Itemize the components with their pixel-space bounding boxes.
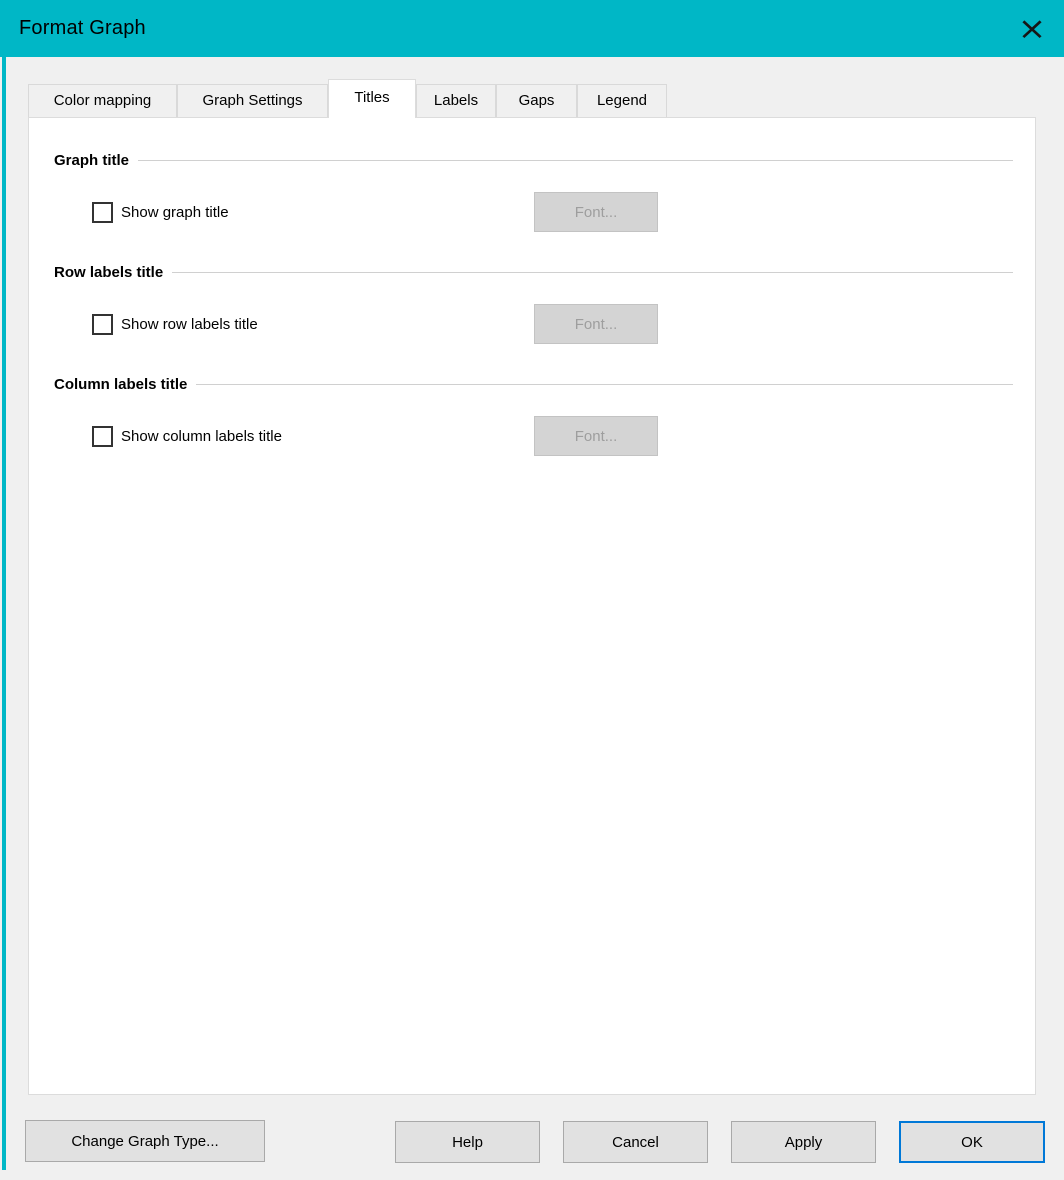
tab-graph-settings[interactable]: Graph Settings xyxy=(177,84,328,117)
show-row-labels-title-checkbox[interactable] xyxy=(92,314,113,335)
graph-title-row: Show graph title Font... xyxy=(92,192,1035,232)
section-title: Row labels title xyxy=(54,264,172,281)
section-divider xyxy=(138,160,1013,161)
tab-gaps[interactable]: Gaps xyxy=(496,84,577,117)
show-column-labels-title-checkbox[interactable] xyxy=(92,426,113,447)
section-title: Graph title xyxy=(54,152,138,169)
dialog-title: Format Graph xyxy=(19,17,146,40)
column-labels-title-font-button[interactable]: Font... xyxy=(534,416,658,456)
dialog-titlebar: Format Graph × xyxy=(0,0,1064,57)
column-labels-title-row: Show column labels title Font... xyxy=(92,416,1035,456)
ok-button[interactable]: OK xyxy=(899,1121,1045,1163)
window-left-accent-edge xyxy=(2,57,6,1170)
row-labels-title-section-header: Row labels title xyxy=(54,263,1013,281)
tab-color-mapping[interactable]: Color mapping xyxy=(28,84,177,117)
format-graph-dialog: { "dialog": { "title": "Format Graph" },… xyxy=(0,0,1064,1180)
apply-button[interactable]: Apply xyxy=(731,1121,876,1163)
section-title: Column labels title xyxy=(54,376,196,393)
section-divider xyxy=(172,272,1013,273)
titles-tab-panel: Graph title Show graph title Font... Row… xyxy=(28,117,1036,1095)
graph-title-section-header: Graph title xyxy=(54,151,1013,169)
close-button[interactable]: × xyxy=(1012,9,1052,49)
tab-legend[interactable]: Legend xyxy=(577,84,667,117)
change-graph-type-button[interactable]: Change Graph Type... xyxy=(25,1120,265,1162)
help-button[interactable]: Help xyxy=(395,1121,540,1163)
column-labels-title-section-header: Column labels title xyxy=(54,375,1013,393)
close-icon: × xyxy=(1018,13,1047,44)
row-labels-title-row: Show row labels title Font... xyxy=(92,304,1035,344)
tab-strip: Color mapping Graph Settings Titles Labe… xyxy=(28,79,667,117)
tab-titles[interactable]: Titles xyxy=(328,79,416,118)
show-column-labels-title-label: Show column labels title xyxy=(121,428,282,445)
graph-title-font-button[interactable]: Font... xyxy=(534,192,658,232)
tab-labels[interactable]: Labels xyxy=(416,84,496,117)
show-graph-title-checkbox[interactable] xyxy=(92,202,113,223)
row-labels-title-font-button[interactable]: Font... xyxy=(534,304,658,344)
section-divider xyxy=(196,384,1013,385)
cancel-button[interactable]: Cancel xyxy=(563,1121,708,1163)
show-row-labels-title-label: Show row labels title xyxy=(121,316,258,333)
show-graph-title-label: Show graph title xyxy=(121,204,229,221)
